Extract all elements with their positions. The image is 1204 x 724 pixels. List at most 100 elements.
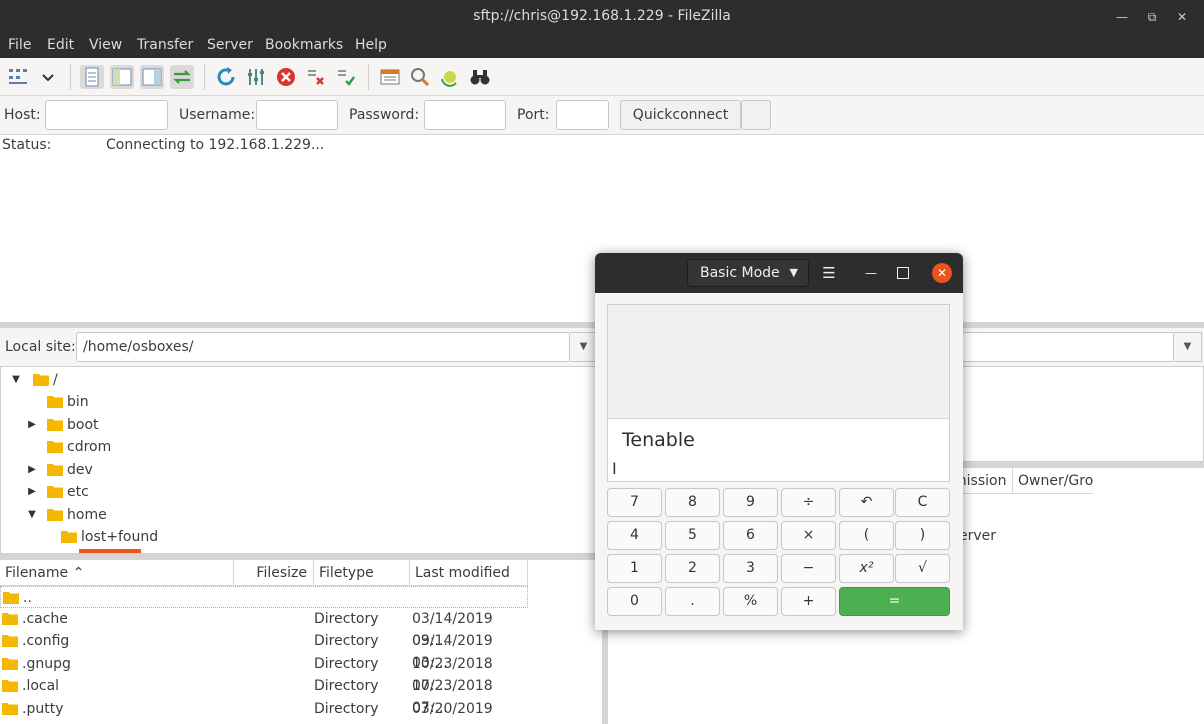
reconnect-icon[interactable] — [334, 65, 358, 89]
key-divide[interactable]: ÷ — [781, 488, 836, 517]
chevron-down-icon: ▼ — [789, 266, 798, 279]
folder-icon — [2, 658, 18, 670]
key-0[interactable]: 0 — [607, 587, 662, 616]
key-5[interactable]: 5 — [665, 521, 720, 550]
key-open-paren[interactable]: ( — [839, 521, 894, 550]
chevron-down-icon[interactable] — [36, 65, 60, 89]
maximize-icon[interactable] — [897, 267, 909, 279]
file-row[interactable]: .config Directory 03/14/2019 03:... — [0, 630, 528, 671]
host-input[interactable] — [45, 100, 168, 130]
sync-browse-icon[interactable] — [438, 65, 462, 89]
site-manager-icon[interactable] — [6, 65, 30, 89]
key-clear[interactable]: C — [895, 488, 950, 517]
hamburger-menu-icon[interactable]: ☰ — [819, 261, 839, 285]
key-2[interactable]: 2 — [665, 554, 720, 583]
file-row[interactable]: .gnupg Directory 10/23/2018 07:... — [0, 653, 528, 694]
process-queue-icon[interactable] — [244, 65, 268, 89]
menu-help[interactable]: Help — [355, 37, 387, 53]
folder-icon — [3, 592, 19, 604]
compare-icon[interactable] — [408, 65, 432, 89]
port-label: Port: — [517, 107, 550, 123]
calculator-window: Basic Mode ▼ ☰ — ✕ Tenable I 7 8 9 ÷ ↶ C… — [595, 253, 963, 630]
directory-listing-filter-icon[interactable] — [378, 65, 402, 89]
folder-icon — [2, 613, 18, 625]
close-button[interactable]: ✕ — [1172, 7, 1192, 27]
sort-ascending-icon: ⌃ — [72, 565, 85, 581]
collapse-arrow-icon[interactable]: ▶ — [25, 414, 39, 436]
key-equals[interactable]: = — [839, 587, 950, 616]
expand-arrow-icon[interactable]: ▼ — [9, 369, 23, 391]
key-8[interactable]: 8 — [665, 488, 720, 517]
menu-server[interactable]: Server — [207, 37, 253, 53]
quickconnect-bar: Host: Username: Password: Port: Quickcon… — [0, 96, 1204, 134]
username-input[interactable] — [256, 100, 338, 130]
display-value: Tenable — [622, 429, 695, 451]
menu-transfer[interactable]: Transfer — [137, 37, 193, 53]
minimize-icon[interactable]: — — [861, 261, 881, 285]
column-last-modified[interactable]: Last modified — [410, 560, 528, 586]
collapse-arrow-icon[interactable]: ▶ — [25, 481, 39, 503]
key-4[interactable]: 4 — [607, 521, 662, 550]
port-input[interactable] — [556, 100, 609, 130]
password-input[interactable] — [424, 100, 506, 130]
key-subtract[interactable]: − — [781, 554, 836, 583]
mode-selector[interactable]: Basic Mode ▼ — [687, 259, 809, 287]
file-row[interactable]: .cache Directory 03/14/2019 09:... — [0, 608, 528, 649]
local-file-list: Filename ⌃ Filesize Filetype Last modifi… — [0, 560, 602, 724]
key-1[interactable]: 1 — [607, 554, 662, 583]
collapse-arrow-icon[interactable]: ▶ — [25, 459, 39, 481]
key-9[interactable]: 9 — [723, 488, 778, 517]
column-filename[interactable]: Filename ⌃ — [0, 560, 234, 586]
column-filesize[interactable]: Filesize — [234, 560, 314, 586]
key-square[interactable]: x² — [839, 554, 894, 583]
calculator-display[interactable]: Tenable I — [607, 304, 950, 482]
local-path-dropdown[interactable]: ▼ — [570, 332, 598, 362]
toggle-remote-tree-icon[interactable] — [140, 65, 164, 89]
key-multiply[interactable]: × — [781, 521, 836, 550]
menu-view[interactable]: View — [89, 37, 122, 53]
toolbar-separator — [204, 64, 205, 90]
folder-icon — [33, 374, 49, 386]
disconnect-icon[interactable] — [304, 65, 328, 89]
key-6[interactable]: 6 — [723, 521, 778, 550]
remote-path-dropdown[interactable]: ▼ — [1174, 332, 1202, 362]
restore-button[interactable]: ⧉ — [1142, 7, 1162, 27]
refresh-icon[interactable] — [214, 65, 238, 89]
key-percent[interactable]: % — [723, 587, 778, 616]
menu-file[interactable]: File — [8, 37, 31, 53]
toolbar — [0, 58, 1204, 96]
file-row[interactable]: .putty Directory 03/20/2019 02:... — [0, 698, 528, 724]
key-undo[interactable]: ↶ — [839, 488, 894, 517]
close-icon[interactable]: ✕ — [932, 263, 952, 283]
file-row[interactable]: .local Directory 10/23/2018 07:... — [0, 675, 528, 716]
column-owner-group[interactable]: Owner/Gro — [1013, 468, 1093, 494]
text-cursor-icon: I — [612, 459, 617, 478]
minimize-button[interactable]: — — [1112, 7, 1132, 27]
folder-icon — [47, 396, 63, 408]
key-7[interactable]: 7 — [607, 488, 662, 517]
key-decimal[interactable]: . — [665, 587, 720, 616]
menu-bookmarks[interactable]: Bookmarks — [265, 37, 343, 53]
column-filetype[interactable]: Filetype — [314, 560, 410, 586]
quickconnect-dropdown-button[interactable] — [741, 100, 771, 130]
menu-bar: File Edit View Transfer Server Bookmarks… — [0, 34, 1204, 58]
folder-icon — [47, 441, 63, 453]
status-text: Connecting to 192.168.1.229... — [106, 137, 325, 153]
key-3[interactable]: 3 — [723, 554, 778, 583]
cancel-icon[interactable] — [274, 65, 298, 89]
toggle-local-tree-icon[interactable] — [110, 65, 134, 89]
file-row[interactable]: .. — [0, 586, 528, 608]
local-path-input[interactable]: /home/osboxes/ — [76, 332, 570, 362]
toolbar-separator — [368, 64, 369, 90]
history-area — [608, 305, 949, 419]
expand-arrow-icon[interactable]: ▼ — [25, 504, 39, 526]
transfer-queue-icon[interactable] — [170, 65, 194, 89]
key-close-paren[interactable]: ) — [895, 521, 950, 550]
menu-edit[interactable]: Edit — [47, 37, 74, 53]
binoculars-icon[interactable] — [468, 65, 492, 89]
quickconnect-button[interactable]: Quickconnect — [620, 100, 741, 130]
key-square-root[interactable]: √ — [895, 554, 950, 583]
title-bar: sftp://chris@192.168.1.229 - FileZilla —… — [0, 0, 1204, 34]
key-add[interactable]: + — [781, 587, 836, 616]
toggle-log-icon[interactable] — [80, 65, 104, 89]
